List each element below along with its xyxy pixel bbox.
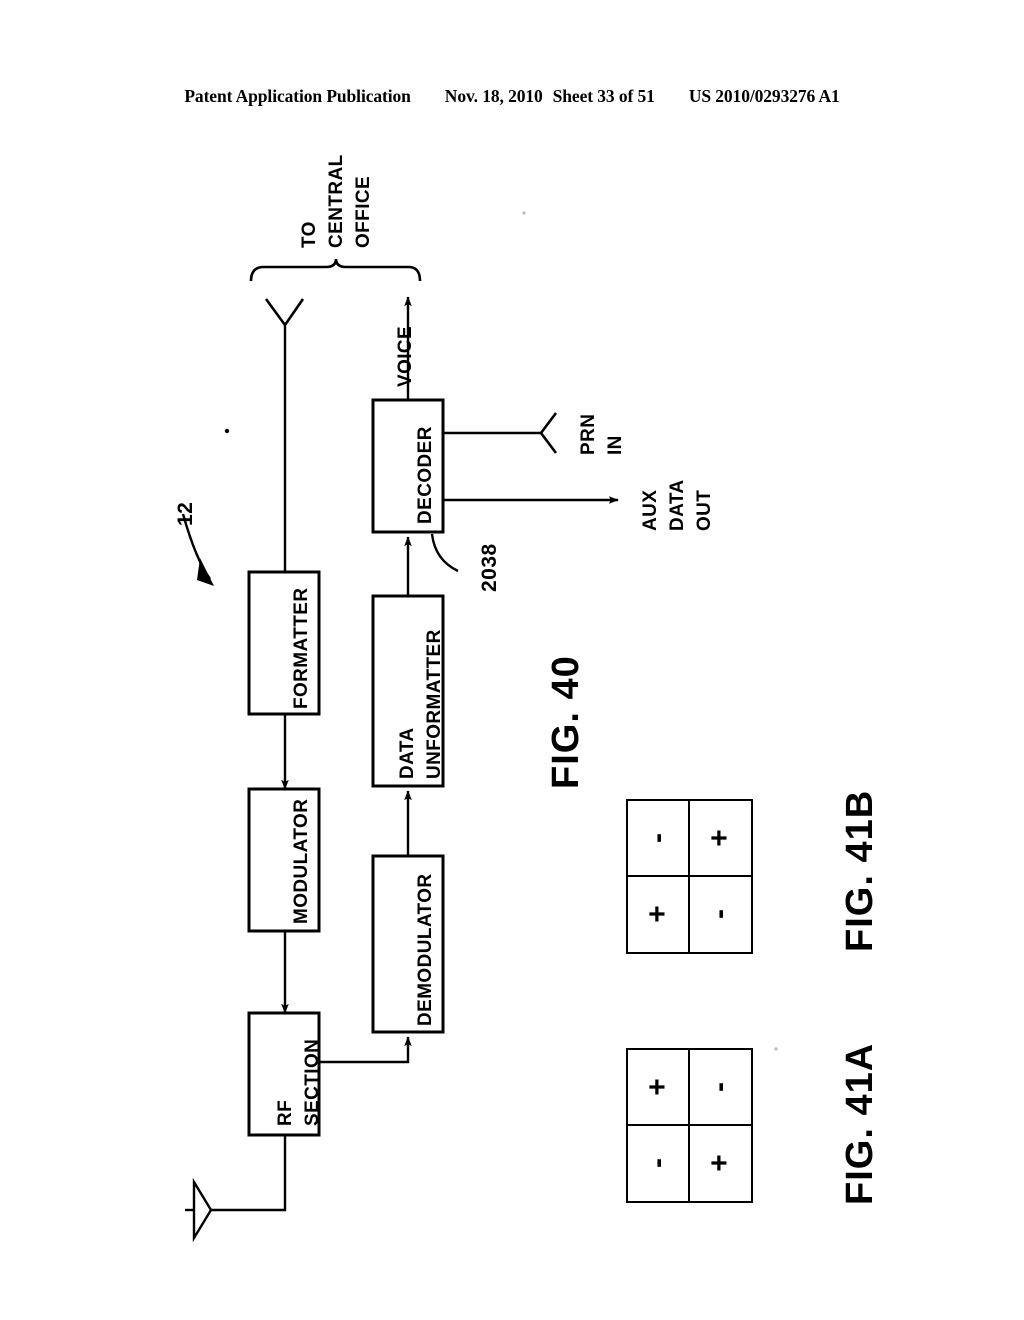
antenna-v-symbol bbox=[264, 298, 305, 328]
demodulator-block-label: DEMODULATOR bbox=[415, 873, 436, 1026]
brace-label-line-to: TO bbox=[299, 221, 320, 248]
ref-numeral-2038: 2038 bbox=[478, 543, 501, 592]
decoder-block-label: DECODER bbox=[415, 426, 436, 524]
fig-41a-cell-2-glyph: - bbox=[640, 1158, 674, 1169]
rf-to-demodulator-path bbox=[319, 1036, 412, 1064]
scan-artifact-dot-3 bbox=[774, 1047, 778, 1051]
antenna-triangle-symbol bbox=[192, 1177, 213, 1243]
aux-out-label-line1: AUX bbox=[640, 489, 661, 531]
voice-signal-label: VOICE bbox=[395, 325, 416, 387]
fig-41b-cell-1-glyph: + bbox=[703, 828, 737, 847]
fig-41a-cell-2: - bbox=[628, 1125, 690, 1201]
fig-41b-table: - + + - bbox=[626, 799, 753, 954]
rf-section-label-line2: SECTION bbox=[302, 1038, 323, 1126]
aux-out-label-line3: OUT bbox=[694, 489, 715, 531]
fig-41b-label: FIG. 41B bbox=[839, 789, 881, 952]
formatter-block-label: FORMATTER bbox=[291, 587, 312, 709]
ref-12-arrowhead bbox=[197, 558, 214, 586]
brace-label-line-office: OFFICE bbox=[353, 175, 374, 248]
fig-41b-cell-0: - bbox=[628, 801, 690, 877]
prn-in-antenna-symbol bbox=[539, 412, 558, 454]
prn-in-label-line2: IN bbox=[605, 435, 626, 455]
rf-section-label-line1: RF bbox=[275, 1099, 296, 1126]
fig-41b-cell-2: + bbox=[628, 876, 690, 952]
fig-41b-cell-0-glyph: - bbox=[640, 832, 674, 843]
brace-label-line-central: CENTRAL bbox=[326, 154, 347, 248]
aux-out-label-line2: DATA bbox=[667, 479, 688, 531]
modulator-block-label: MODULATOR bbox=[291, 798, 312, 924]
fig-41a-table: + - - + bbox=[626, 1048, 753, 1203]
rf-to-antenna-path bbox=[211, 1135, 287, 1212]
prn-in-label-line1: PRN bbox=[578, 413, 599, 455]
fig-41b-cell-1: + bbox=[689, 801, 751, 877]
fig-41a-cell-0: + bbox=[628, 1050, 690, 1126]
fig-41a-cell-3-glyph: + bbox=[703, 1154, 737, 1173]
fig-41b-cell-3: - bbox=[690, 877, 752, 953]
data-unformatter-label-line1: DATA bbox=[397, 727, 418, 779]
scan-artifact-dot-2 bbox=[522, 211, 526, 215]
fig-41a-label: FIG. 41A bbox=[839, 1042, 881, 1205]
scan-artifact-dot bbox=[224, 428, 230, 434]
fig-40-label: FIG. 40 bbox=[545, 655, 587, 789]
central-office-brace bbox=[249, 258, 422, 282]
fig-41a-cell-1-glyph: - bbox=[703, 1081, 737, 1092]
fig-41a-cell-1: - bbox=[689, 1050, 751, 1126]
ref-2038-leader bbox=[430, 533, 459, 573]
data-unformatter-label-line2: UNFORMATTER bbox=[424, 629, 445, 779]
fig-41a-cell-0-glyph: + bbox=[640, 1077, 674, 1096]
fig-41a-cell-3: + bbox=[690, 1126, 752, 1202]
fig-41b-cell-3-glyph: - bbox=[703, 909, 737, 920]
ref-numeral-12: 12 bbox=[174, 501, 197, 526]
fig-41b-cell-2-glyph: + bbox=[640, 905, 674, 924]
